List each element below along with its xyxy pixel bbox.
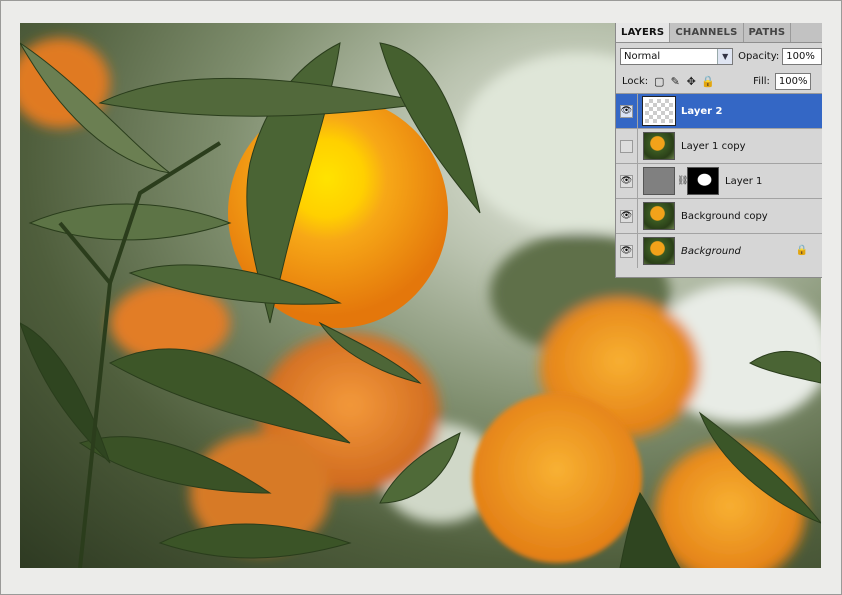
tab-layers[interactable]: LAYERS [616, 23, 671, 42]
visibility-toggle[interactable]: 👁 [616, 199, 638, 233]
lock-fill-row: Lock: ▢ ✎ ✥ 🔒 Fill: 100% [616, 69, 822, 94]
eye-icon: 👁 [620, 174, 633, 188]
visibility-toggle[interactable]: 👁 [616, 164, 638, 198]
lock-transparent-icon[interactable]: ▢ [653, 75, 665, 88]
layer-thumbnail [643, 237, 675, 265]
lock-label: Lock: [622, 75, 649, 87]
chevron-down-icon[interactable]: ▼ [717, 48, 733, 64]
layers-panel: LAYERS CHANNELS PATHS Normal ▼ Opacity: … [615, 23, 822, 278]
layer-row-layer-1-copy[interactable]: Layer 1 copy [616, 129, 822, 164]
layer-name: Background [681, 245, 741, 257]
layer-row-layer-1[interactable]: 👁 ⛓ Layer 1 [616, 164, 822, 199]
layer-thumbnail [643, 132, 675, 160]
lock-all-icon[interactable]: 🔒 [701, 75, 715, 88]
blend-mode-value: Normal [624, 50, 661, 62]
layer-mask-thumbnail[interactable] [687, 167, 719, 195]
layer-thumbnail [643, 202, 675, 230]
fill-field[interactable]: 100% [774, 72, 811, 90]
fill-label: Fill: [753, 75, 770, 87]
lock-paint-icon[interactable]: ✎ [669, 75, 681, 88]
link-icon[interactable]: ⛓ [677, 176, 688, 186]
layer-name: Layer 2 [681, 105, 723, 117]
layer-name: Background copy [681, 210, 768, 222]
visibility-toggle[interactable] [616, 129, 638, 163]
layer-row-layer-2[interactable]: 👁 Layer 2 [616, 94, 822, 129]
lock-icon: 🔒 [795, 245, 808, 256]
visibility-toggle[interactable]: 👁 [616, 94, 638, 128]
lock-move-icon[interactable]: ✥ [685, 75, 697, 88]
panel-tabs: LAYERS CHANNELS PATHS [616, 23, 822, 43]
layer-row-background-copy[interactable]: 👁 Background copy [616, 199, 822, 234]
tab-channels[interactable]: CHANNELS [670, 23, 744, 42]
eye-icon: 👁 [620, 209, 633, 223]
blend-mode-select[interactable]: Normal ▼ [620, 47, 734, 65]
layer-thumbnail [642, 96, 676, 126]
eye-icon: 👁 [620, 244, 633, 258]
visibility-toggle[interactable]: 👁 [616, 234, 638, 268]
opacity-label: Opacity: [738, 50, 780, 62]
blend-opacity-row: Normal ▼ Opacity: 100% [616, 43, 822, 69]
layer-name: Layer 1 copy [681, 140, 746, 152]
tab-paths[interactable]: PATHS [744, 23, 792, 42]
layer-name: Layer 1 [725, 175, 763, 187]
eye-icon: 👁 [620, 104, 633, 118]
layer-thumbnail [643, 167, 675, 195]
eye-hidden-icon [620, 139, 633, 153]
opacity-field[interactable]: 100% [782, 47, 822, 65]
layer-row-background[interactable]: 👁 Background 🔒 [616, 234, 822, 268]
